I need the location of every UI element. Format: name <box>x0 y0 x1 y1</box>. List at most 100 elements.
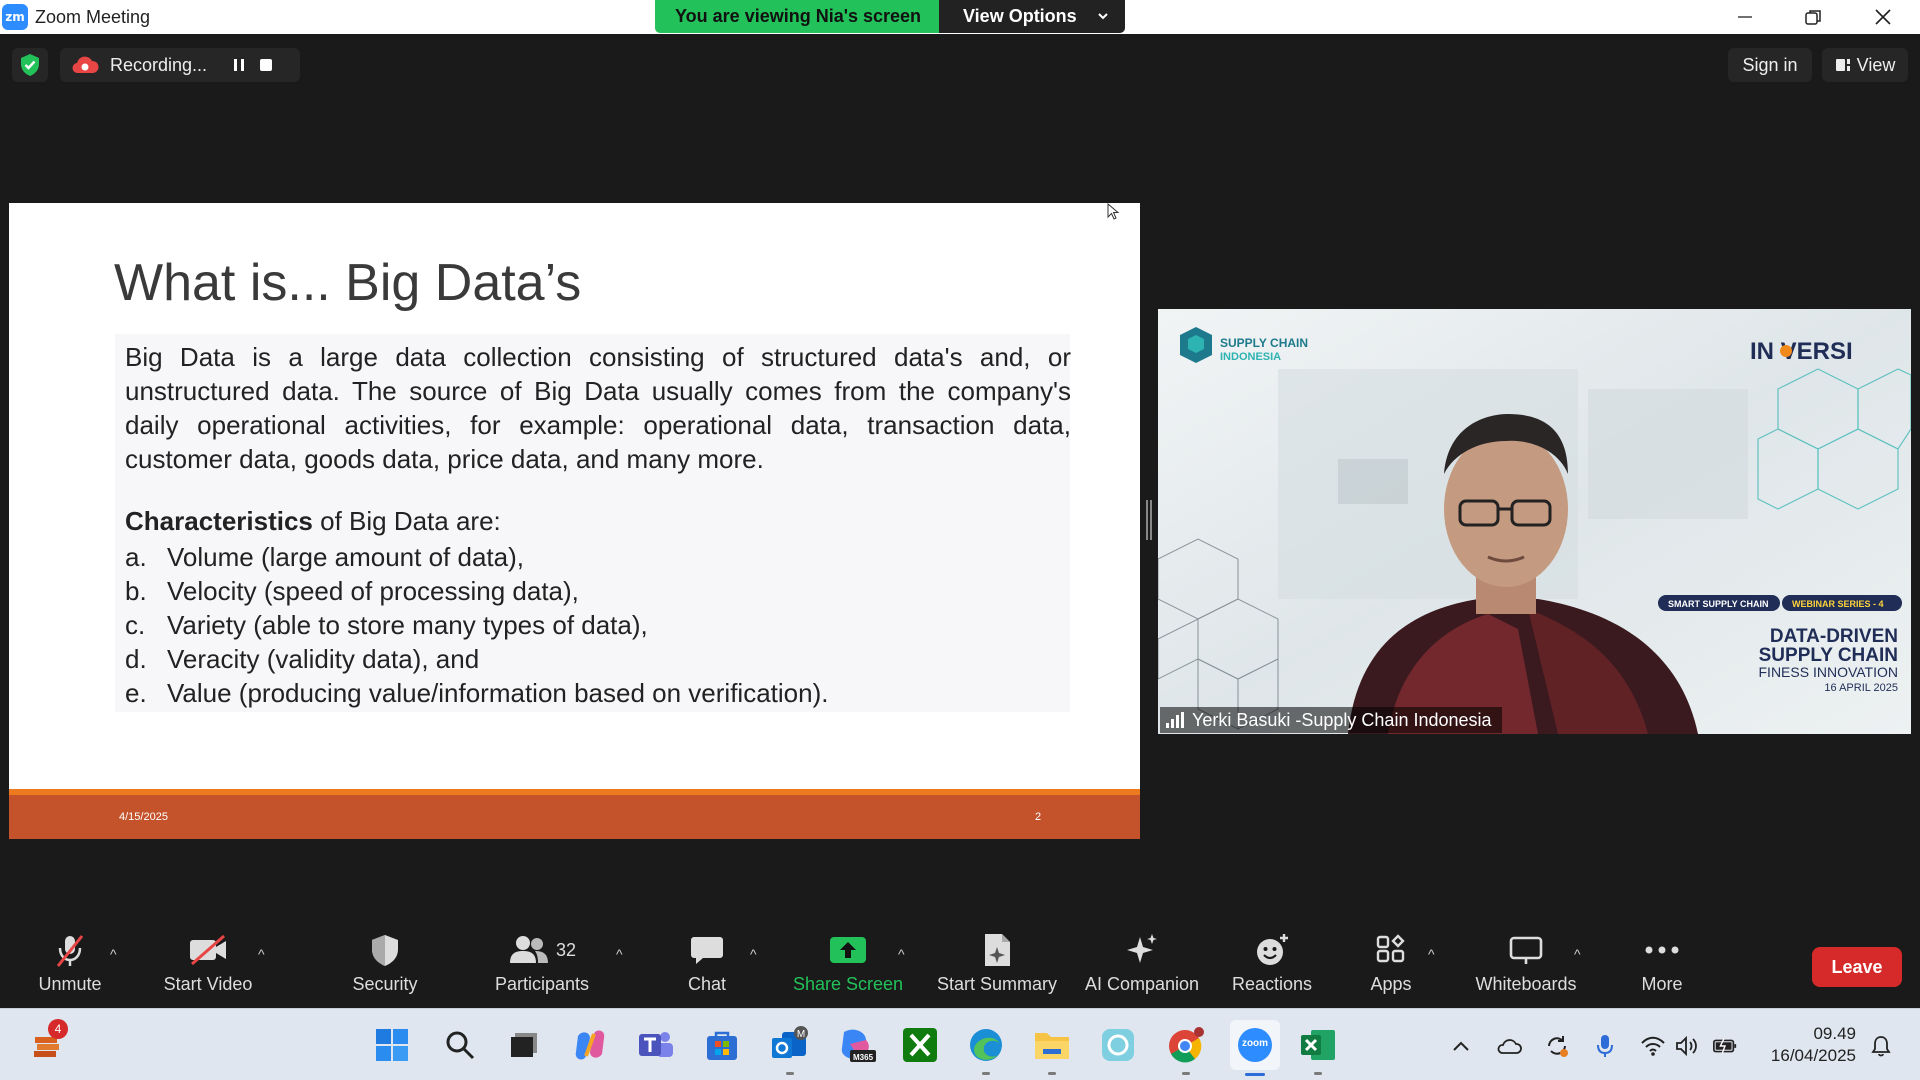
folder-icon <box>1035 1033 1069 1059</box>
list-item: e. Value (producing value/information bas… <box>125 676 828 710</box>
view-options-button[interactable]: View Options <box>939 0 1125 33</box>
list-text: Velocity (speed of processing data), <box>167 576 579 606</box>
list-letter: e. <box>125 678 147 708</box>
whiteboards-button[interactable]: Whiteboards <box>1470 926 1582 1008</box>
more-button[interactable]: More <box>1636 926 1688 1008</box>
list-letter: c. <box>125 610 146 640</box>
taskbar-m365[interactable]: M365 <box>836 1025 876 1065</box>
ai-companion-button[interactable]: AI Companion <box>1080 926 1204 1008</box>
tray-overflow-button[interactable] <box>1448 1033 1474 1059</box>
stop-icon <box>260 59 272 71</box>
participants-count: 32 <box>555 939 577 960</box>
tray-onedrive[interactable] <box>1496 1033 1522 1059</box>
taskbar-app-widgets[interactable]: 4 <box>28 1019 68 1065</box>
chat-options-caret[interactable]: ^ <box>750 946 757 962</box>
taskbar-edge[interactable] <box>966 1025 1006 1075</box>
search-icon <box>446 1031 475 1060</box>
list-text: Variety (able to store many types of dat… <box>167 610 648 640</box>
view-button[interactable]: View <box>1822 48 1908 82</box>
chrome-icon <box>1169 1027 1204 1063</box>
svg-text:16 APRIL 2025: 16 APRIL 2025 <box>1824 682 1898 694</box>
taskbar-excel[interactable] <box>1298 1025 1338 1075</box>
participant-name: Yerki Basuki -Supply Chain Indonesia <box>1192 709 1492 730</box>
stop-recording-button[interactable] <box>257 56 275 79</box>
video-options-caret[interactable]: ^ <box>258 946 265 962</box>
list-item: c. Variety (able to store many types of d… <box>125 608 828 642</box>
encryption-shield-button[interactable] <box>12 48 48 82</box>
taskbar-xbox[interactable] <box>900 1025 940 1065</box>
minimize-button[interactable] <box>1710 0 1780 34</box>
leave-button[interactable]: Leave <box>1812 947 1902 987</box>
task-view-icon <box>511 1033 537 1057</box>
shared-screen-slide: What is... Big Data’s Big Data is a larg… <box>9 203 1140 839</box>
security-button[interactable]: Security <box>342 926 428 1008</box>
unmute-button[interactable]: Unmute <box>22 926 118 1008</box>
volume-icon <box>1676 1035 1697 1057</box>
tray-wifi[interactable] <box>1640 1033 1666 1059</box>
chat-bubble-icon <box>691 937 723 964</box>
view-layout-icon <box>1835 59 1850 71</box>
slide-page-number: 2 <box>1035 811 1042 823</box>
apps-button[interactable]: Apps <box>1368 926 1414 1008</box>
slide-paragraph: Big Data is a large data collection cons… <box>125 342 1071 474</box>
share-options-caret[interactable]: ^ <box>898 946 905 962</box>
participant-video-tile[interactable]: SUPPLY CHAIN INDONESIA IN VERSI SMART SU… <box>1158 309 1911 734</box>
start-video-button[interactable]: Start Video <box>150 926 266 1008</box>
reactions-button[interactable]: Reactions <box>1230 926 1314 1008</box>
recording-status: Recording... <box>110 54 208 75</box>
taskbar-app-circle[interactable] <box>1098 1025 1138 1065</box>
svg-text:WEBINAR SERIES - 4: WEBINAR SERIES - 4 <box>1792 599 1884 609</box>
xbox-icon <box>903 1028 937 1062</box>
microphone-muted-icon <box>56 935 84 967</box>
svg-text:DATA-DRIVEN: DATA-DRIVEN <box>1770 626 1898 647</box>
participants-options-caret[interactable]: ^ <box>616 946 623 962</box>
taskbar-start[interactable] <box>372 1025 412 1065</box>
taskbar-chrome[interactable] <box>1166 1025 1206 1075</box>
view-label: View <box>1856 54 1896 75</box>
notification-bell-icon <box>1871 1036 1891 1057</box>
virtual-background-image: SUPPLY CHAIN INDONESIA IN VERSI SMART SU… <box>1158 309 1911 734</box>
taskbar-zoom[interactable]: zoom <box>1230 1020 1280 1076</box>
cloud-recording-icon <box>72 56 99 74</box>
list-letter: b. <box>125 576 147 606</box>
taskbar-copilot[interactable] <box>570 1025 610 1065</box>
sign-in-button[interactable]: Sign in <box>1728 48 1812 82</box>
close-window-button[interactable] <box>1848 0 1918 34</box>
sync-icon <box>1548 1036 1568 1057</box>
start-summary-button[interactable]: Start Summary <box>932 926 1062 1008</box>
tray-battery[interactable] <box>1712 1033 1738 1059</box>
more-dots-icon <box>1645 946 1679 954</box>
taskbar-task-view[interactable] <box>504 1025 544 1065</box>
taskbar-outlook[interactable]: M <box>770 1025 810 1075</box>
audio-options-caret[interactable]: ^ <box>110 946 117 962</box>
list-item: a. Volume (large amount of data), <box>125 540 828 574</box>
restore-button[interactable] <box>1778 0 1848 34</box>
taskbar-file-explorer[interactable] <box>1032 1025 1072 1075</box>
taskbar-clock[interactable]: 09.49 16/04/2025 <box>1756 1023 1856 1067</box>
taskbar-search[interactable] <box>440 1025 480 1065</box>
slide-date: 4/15/2025 <box>119 811 168 823</box>
apps-options-caret[interactable]: ^ <box>1428 946 1435 962</box>
tray-microphone[interactable] <box>1592 1033 1618 1059</box>
participants-icon <box>509 936 548 963</box>
chat-button[interactable]: Chat <box>680 926 734 1008</box>
shield-check-icon <box>21 54 39 76</box>
participants-button[interactable]: 32 Participants <box>490 926 594 1008</box>
taskbar-store[interactable] <box>702 1025 742 1065</box>
zoom-meeting-window: zm Zoom Meeting You are viewing Nia's sc… <box>0 0 1920 1080</box>
share-screen-button[interactable]: Share Screen <box>792 926 904 1008</box>
camera-off-icon <box>190 934 226 966</box>
list-text: Value (producing value/information based… <box>167 678 829 708</box>
pause-recording-button[interactable] <box>230 56 248 79</box>
tray-volume[interactable] <box>1674 1033 1700 1059</box>
apps-label: Apps <box>1370 974 1412 994</box>
title-bar: zm Zoom Meeting You are viewing Nia's sc… <box>0 0 1920 34</box>
whiteboards-options-caret[interactable]: ^ <box>1574 946 1581 962</box>
list-letter: a. <box>125 542 147 572</box>
minimize-icon <box>1738 16 1752 18</box>
split-resize-handle[interactable] <box>1146 500 1152 540</box>
taskbar-teams[interactable] <box>636 1025 676 1065</box>
tray-sync[interactable] <box>1544 1033 1570 1059</box>
windows-start-icon <box>376 1029 408 1061</box>
tray-notifications[interactable] <box>1868 1033 1894 1059</box>
